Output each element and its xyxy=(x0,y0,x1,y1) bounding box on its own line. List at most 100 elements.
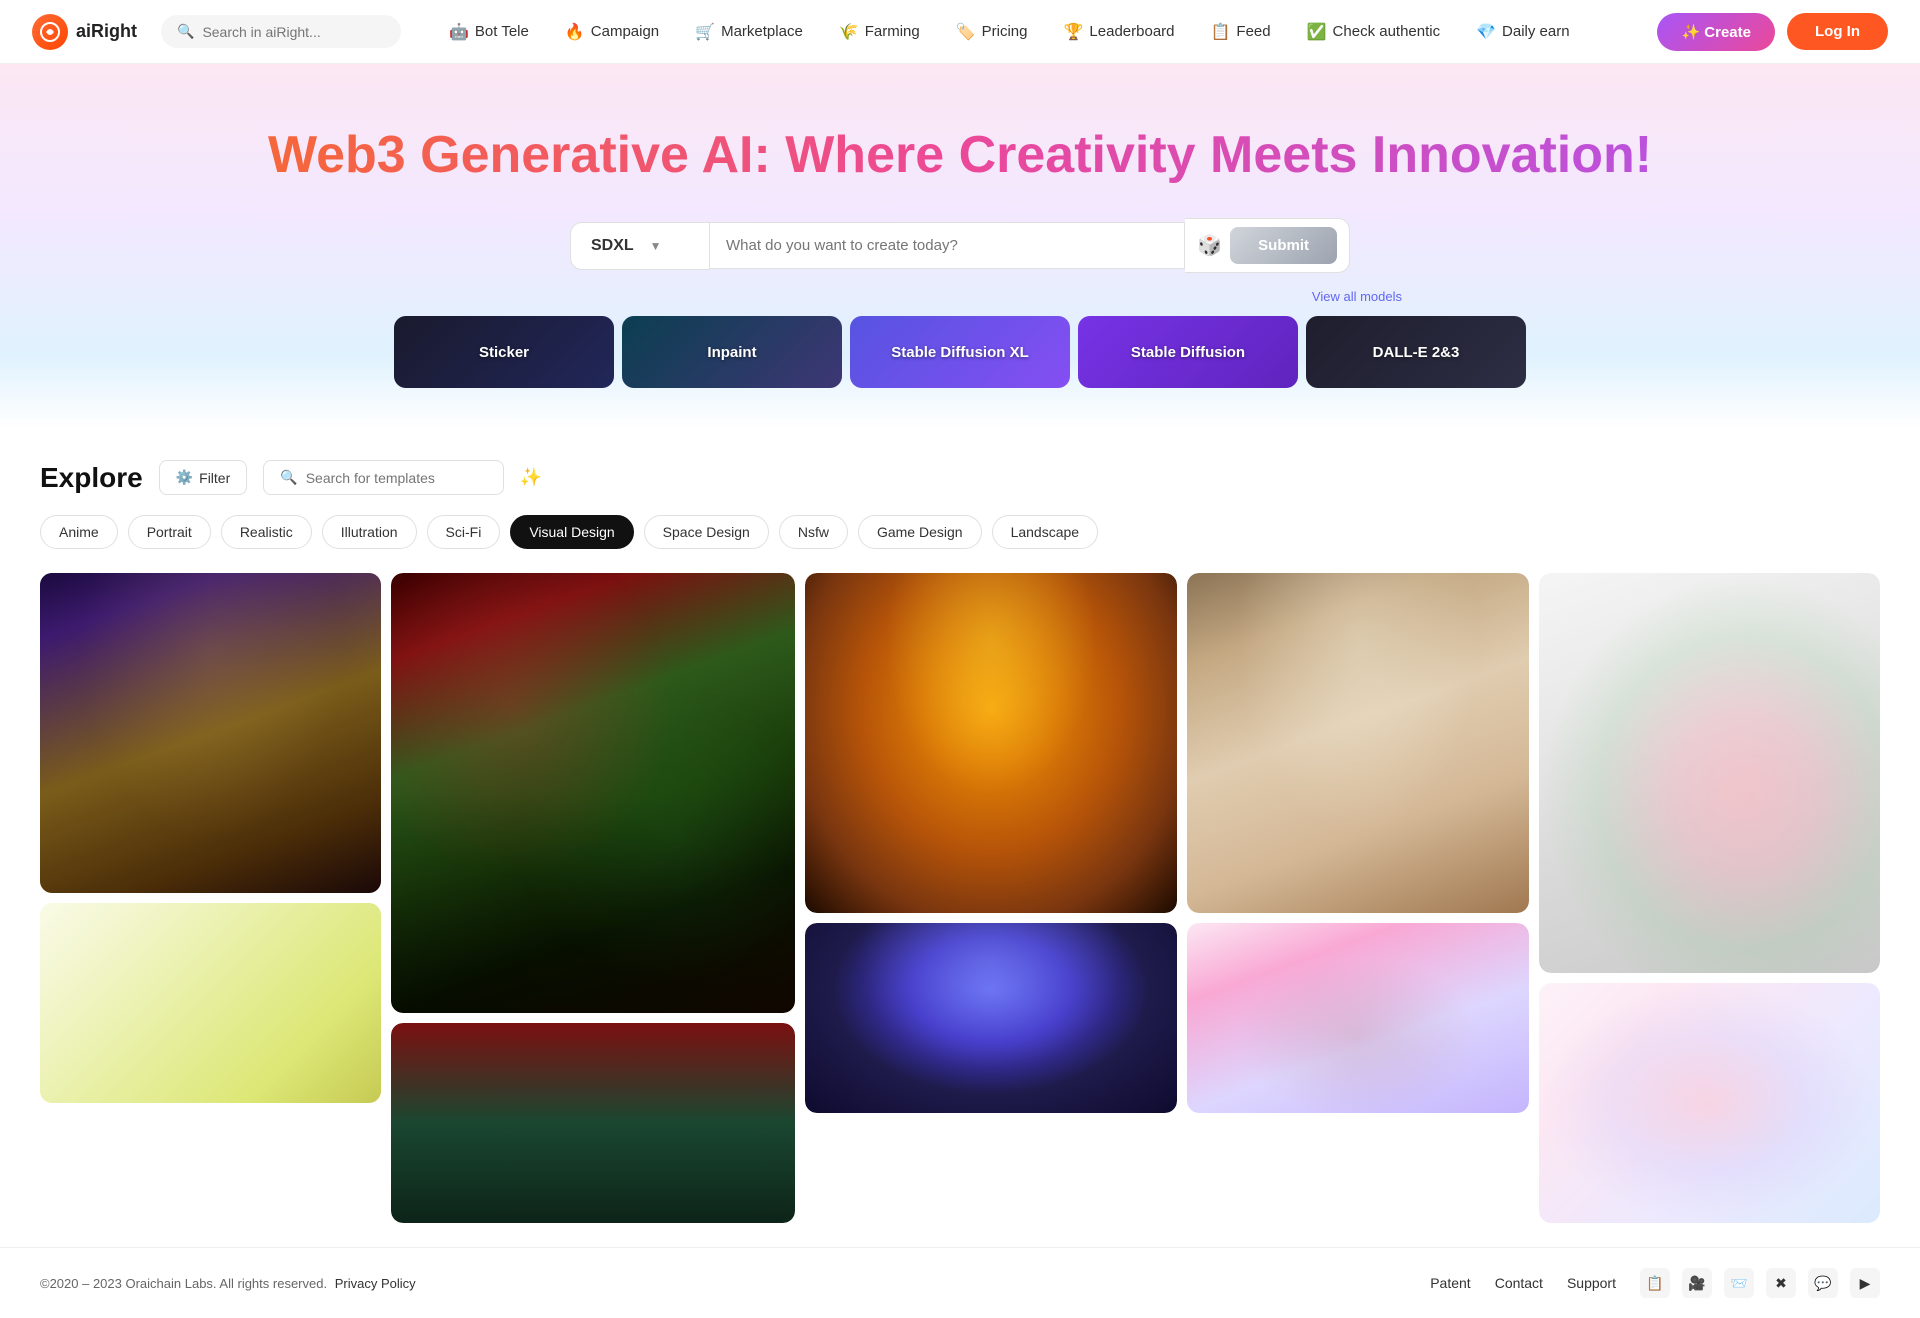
filter-label: Filter xyxy=(199,470,230,486)
pill-realistic[interactable]: Realistic xyxy=(221,515,312,549)
model-card-sdxl[interactable]: Stable Diffusion XL xyxy=(850,316,1070,388)
pill-portrait[interactable]: Portrait xyxy=(128,515,211,549)
nav-links: 🤖 Bot Tele 🔥 Campaign 🛒 Marketplace 🌾 Fa… xyxy=(433,14,1657,50)
pill-nsfw[interactable]: Nsfw xyxy=(779,515,848,549)
submit-button[interactable]: Submit xyxy=(1230,227,1337,264)
model-card-dalle-label: DALL-E 2&3 xyxy=(1373,344,1460,361)
social-icon-twitter[interactable]: ✖ xyxy=(1766,1268,1796,1298)
explore-section: Explore ⚙️ Filter 🔍 ✨ Anime Portrait Rea… xyxy=(0,428,1920,1247)
image-card-cyber-girl[interactable] xyxy=(805,923,1177,1113)
footer: ©2020 – 2023 Oraichain Labs. All rights … xyxy=(0,1247,1920,1318)
pill-space-design[interactable]: Space Design xyxy=(644,515,769,549)
image-card-cherry-tree[interactable] xyxy=(1187,923,1528,1113)
nav-item-leaderboard[interactable]: 🏆 Leaderboard xyxy=(1048,14,1191,50)
filter-button[interactable]: ⚙️ Filter xyxy=(159,460,248,495)
explore-title: Explore xyxy=(40,462,143,494)
login-button[interactable]: Log In xyxy=(1787,13,1888,50)
image-card-bride[interactable] xyxy=(1187,573,1528,913)
model-card-stable-diffusion[interactable]: Stable Diffusion xyxy=(1078,316,1298,388)
social-icon-video[interactable]: 🎥 xyxy=(1682,1268,1712,1298)
image-col-2 xyxy=(391,573,794,1223)
privacy-policy-link[interactable]: Privacy Policy xyxy=(335,1276,416,1291)
marketplace-icon: 🛒 xyxy=(695,22,715,42)
farming-icon: 🌾 xyxy=(839,22,859,42)
template-search[interactable]: 🔍 xyxy=(263,460,503,495)
image-card-banana[interactable] xyxy=(40,903,381,1103)
check-authentic-icon: ✅ xyxy=(1307,22,1327,42)
support-link[interactable]: Support xyxy=(1567,1275,1616,1291)
model-card-sd-label: Stable Diffusion xyxy=(1131,344,1245,361)
leaderboard-icon: 🏆 xyxy=(1064,22,1084,42)
image-card-3d-flower[interactable] xyxy=(1539,573,1880,973)
image-col-5 xyxy=(1539,573,1880,1223)
pill-anime[interactable]: Anime xyxy=(40,515,118,549)
image-col-3 xyxy=(805,573,1177,1223)
nav-item-farming[interactable]: 🌾 Farming xyxy=(823,14,936,50)
nav-item-pricing[interactable]: 🏷️ Pricing xyxy=(940,14,1044,50)
nav-item-bot-tele-label: Bot Tele xyxy=(475,23,529,40)
create-button[interactable]: ✨ Create xyxy=(1657,13,1775,51)
model-card-sticker[interactable]: Sticker xyxy=(394,316,614,388)
template-search-icon: 🔍 xyxy=(280,469,297,486)
image-card-items-bottom[interactable] xyxy=(391,1023,794,1223)
nav-item-leaderboard-label: Leaderboard xyxy=(1089,23,1174,40)
social-icon-telegram[interactable]: 📨 xyxy=(1724,1268,1754,1298)
campaign-icon: 🔥 xyxy=(565,22,585,42)
image-card-sunflower[interactable] xyxy=(805,573,1177,913)
image-col-4 xyxy=(1187,573,1528,1223)
nav-item-campaign[interactable]: 🔥 Campaign xyxy=(549,14,675,50)
magic-icon[interactable]: ✨ xyxy=(520,467,542,488)
nav-item-marketplace-label: Marketplace xyxy=(721,23,803,40)
logo[interactable]: aiRight xyxy=(32,14,137,50)
image-card-gothic[interactable] xyxy=(40,573,381,893)
model-cards: Sticker Inpaint Stable Diffusion XL Stab… xyxy=(0,316,1920,388)
global-search[interactable]: 🔍 xyxy=(161,15,401,48)
nav-item-daily-earn[interactable]: 💎 Daily earn xyxy=(1460,14,1585,50)
filter-icon: ⚙️ xyxy=(176,469,193,486)
view-all-models-link[interactable]: View all models xyxy=(1312,289,1402,304)
nav-item-pricing-label: Pricing xyxy=(982,23,1028,40)
nav-actions: ✨ Create Log In xyxy=(1657,13,1888,51)
social-icon-youtube[interactable]: ▶ xyxy=(1850,1268,1880,1298)
contact-link[interactable]: Contact xyxy=(1495,1275,1543,1291)
nav-item-marketplace[interactable]: 🛒 Marketplace xyxy=(679,14,819,50)
model-card-dalle[interactable]: DALL-E 2&3 xyxy=(1306,316,1526,388)
model-selected-label: SDXL xyxy=(591,237,634,255)
social-icon-discord[interactable]: 💬 xyxy=(1808,1268,1838,1298)
nav-item-check-authentic[interactable]: ✅ Check authentic xyxy=(1291,14,1457,50)
model-card-inpaint-label: Inpaint xyxy=(707,344,756,361)
footer-right: Patent Contact Support 📋 🎥 📨 ✖ 💬 ▶ xyxy=(1430,1268,1880,1298)
image-card-inventory[interactable] xyxy=(391,573,794,1013)
template-search-input[interactable] xyxy=(306,470,487,486)
logo-icon xyxy=(32,14,68,50)
dice-icon[interactable]: 🎲 xyxy=(1197,233,1222,258)
pill-game-design[interactable]: Game Design xyxy=(858,515,982,549)
nav-item-campaign-label: Campaign xyxy=(591,23,659,40)
bot-tele-icon: 🤖 xyxy=(449,22,469,42)
nav-item-farming-label: Farming xyxy=(865,23,920,40)
nav-item-feed[interactable]: 📋 Feed xyxy=(1195,14,1287,50)
footer-copyright: ©2020 – 2023 Oraichain Labs. All rights … xyxy=(40,1276,416,1291)
copyright-text: ©2020 – 2023 Oraichain Labs. All rights … xyxy=(40,1276,327,1291)
category-pills: Anime Portrait Realistic Illutration Sci… xyxy=(40,515,1880,549)
image-card-3d-flower2[interactable] xyxy=(1539,983,1880,1223)
model-card-sdxl-label: Stable Diffusion XL xyxy=(891,344,1029,361)
social-icon-docs[interactable]: 📋 xyxy=(1640,1268,1670,1298)
chevron-down-icon: ▼ xyxy=(650,239,662,253)
global-search-input[interactable] xyxy=(202,24,385,40)
nav-item-check-authentic-label: Check authentic xyxy=(1333,23,1441,40)
prompt-actions: 🎲 Submit xyxy=(1185,218,1350,273)
model-dropdown[interactable]: SDXL ▼ xyxy=(570,222,710,270)
explore-header: Explore ⚙️ Filter 🔍 ✨ xyxy=(40,460,1880,495)
prompt-input[interactable] xyxy=(710,222,1185,269)
logo-text: aiRight xyxy=(76,21,137,42)
patent-link[interactable]: Patent xyxy=(1430,1275,1470,1291)
pill-landscape[interactable]: Landscape xyxy=(992,515,1099,549)
pill-illustration[interactable]: Illutration xyxy=(322,515,417,549)
pill-sci-fi[interactable]: Sci-Fi xyxy=(427,515,501,549)
pill-visual-design[interactable]: Visual Design xyxy=(510,515,633,549)
nav-item-bot-tele[interactable]: 🤖 Bot Tele xyxy=(433,14,545,50)
image-col-1 xyxy=(40,573,381,1223)
search-icon: 🔍 xyxy=(177,23,194,40)
model-card-inpaint[interactable]: Inpaint xyxy=(622,316,842,388)
